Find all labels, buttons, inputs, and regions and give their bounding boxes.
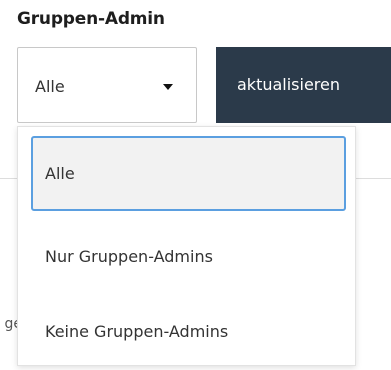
dropdown-option-keine-gruppen-admins[interactable]: Keine Gruppen-Admins xyxy=(31,294,346,369)
dropdown-menu: Alle Nur Gruppen-Admins Keine Gruppen-Ad… xyxy=(17,126,356,366)
group-admin-select[interactable]: Alle xyxy=(17,47,197,123)
caret-down-icon xyxy=(163,84,173,90)
filter-label: Gruppen-Admin xyxy=(17,9,165,29)
refresh-button[interactable]: aktualisieren xyxy=(216,47,391,123)
divider-line-left xyxy=(0,178,17,179)
dropdown-option-nur-gruppen-admins[interactable]: Nur Gruppen-Admins xyxy=(31,219,346,294)
select-value: Alle xyxy=(35,77,65,96)
dropdown-option-alle[interactable]: Alle xyxy=(31,136,346,211)
divider-line-right xyxy=(356,178,391,179)
page: Gruppen-Admin Alle aktualisieren ge Alle… xyxy=(0,0,391,370)
